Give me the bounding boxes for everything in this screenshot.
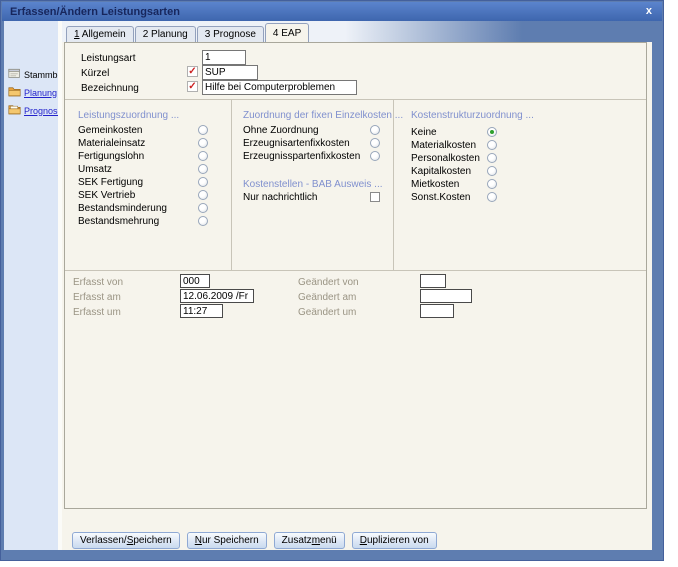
radio-option-sek-vertrieb[interactable]: SEK Vertrieb: [65, 190, 231, 202]
radio-option-ohne-zuordnung[interactable]: Ohne Zuordnung: [231, 125, 393, 137]
geaendert-am-label: Geändert am: [298, 292, 356, 303]
geaendert-um-input[interactable]: [420, 304, 454, 318]
nur-speichern-button[interactable]: Nur Speichern: [187, 532, 267, 549]
section-divider: [65, 270, 646, 271]
tab-allgemein[interactable]: 1 Allgemein: [66, 26, 134, 42]
radio-icon[interactable]: [487, 192, 497, 202]
erfasst-von-label: Erfasst von: [73, 277, 123, 288]
erfasst-am-input[interactable]: [180, 289, 254, 303]
bezeichnung-input[interactable]: [202, 80, 357, 95]
group-title: Leistungszuordnung ...: [78, 110, 179, 121]
checkbox-icon[interactable]: [370, 192, 380, 202]
radio-icon[interactable]: [487, 166, 497, 176]
erfasst-von-input[interactable]: [180, 274, 210, 288]
erfasst-um-input[interactable]: [180, 304, 223, 318]
window-titlebar: Erfassen/Ändern Leistungsarten x: [2, 2, 662, 21]
erfasst-am-label: Erfasst am: [73, 292, 121, 303]
kuerzel-label: Kürzel: [81, 68, 109, 79]
erfasst-um-label: Erfasst um: [73, 307, 121, 318]
tab-eap[interactable]: 4 EAP: [265, 23, 309, 42]
leistungsart-label: Leistungsart: [81, 53, 135, 64]
kuerzel-input[interactable]: [202, 65, 258, 80]
radio-icon[interactable]: [370, 125, 380, 135]
radio-option-erzeugnisartenfixkosten[interactable]: Erzeugnisartenfixkosten: [231, 138, 393, 150]
radio-icon[interactable]: [487, 140, 497, 150]
checkbox-option-nur-nachrichtlich[interactable]: Nur nachrichtlich: [231, 192, 393, 204]
window-title: Erfassen/Ändern Leistungsarten: [10, 6, 180, 18]
radio-icon[interactable]: [370, 151, 380, 161]
radio-option-umsatz[interactable]: Umsatz: [65, 164, 231, 176]
folder-icon: [8, 103, 21, 118]
radio-icon[interactable]: [370, 138, 380, 148]
radio-option-bestandsmehrung[interactable]: Bestandsmehrung: [65, 216, 231, 228]
geaendert-von-label: Geändert von: [298, 277, 359, 288]
radio-option-mietkosten[interactable]: Mietkosten: [393, 179, 646, 191]
radio-option-sonst-kosten[interactable]: Sonst.Kosten: [393, 192, 646, 204]
bezeichnung-label: Bezeichnung: [81, 83, 139, 94]
sidebar: Stammblatt Planung Prognose: [4, 21, 58, 550]
radio-icon[interactable]: [198, 177, 208, 187]
radio-option-personalkosten[interactable]: Personalkosten: [393, 153, 646, 165]
radio-icon[interactable]: [198, 151, 208, 161]
radio-option-keine[interactable]: Keine: [393, 127, 646, 139]
radio-option-gemeinkosten[interactable]: Gemeinkosten: [65, 125, 231, 137]
tab-prognose[interactable]: 3 Prognose: [197, 26, 264, 42]
card-icon: [8, 67, 21, 82]
radio-icon[interactable]: [487, 127, 497, 137]
radio-icon[interactable]: [198, 138, 208, 148]
check-icon: ✓: [187, 81, 198, 92]
sidebar-item-prognose[interactable]: Prognose: [4, 103, 58, 118]
sidebar-item-planung[interactable]: Planung: [4, 85, 58, 100]
radio-icon[interactable]: [198, 190, 208, 200]
geaendert-um-label: Geändert um: [298, 307, 356, 318]
leistungsart-input[interactable]: [202, 50, 246, 65]
radio-option-materialkosten[interactable]: Materialkosten: [393, 140, 646, 152]
tab-panel-eap: Leistungsart Kürzel ✓ Bezeichnung ✓ Leis…: [64, 42, 647, 509]
radio-icon[interactable]: [487, 179, 497, 189]
radio-icon[interactable]: [198, 216, 208, 226]
group-title-kostenstellen: Kostenstellen - BAB Ausweis ...: [243, 179, 383, 190]
close-icon[interactable]: x: [644, 6, 654, 17]
check-icon: ✓: [187, 66, 198, 77]
zusatzmenue-button[interactable]: Zusatzmenü: [274, 532, 345, 549]
geaendert-am-input[interactable]: [420, 289, 472, 303]
sidebar-item-stammblatt[interactable]: Stammblatt: [4, 67, 58, 82]
group-kostenstruktur: Kostenstrukturzuordnung ... Keine Materi…: [393, 99, 646, 270]
radio-icon[interactable]: [198, 125, 208, 135]
folder-icon: [8, 85, 21, 100]
radio-icon[interactable]: [198, 203, 208, 213]
group-leistungszuordnung: Leistungszuordnung ... Gemeinkosten Mate…: [65, 99, 231, 270]
button-bar: Verlassen/Speichern Nur Speichern Zusatz…: [72, 532, 437, 549]
group-fixe-einzelkosten: Zuordnung der fixen Einzelkosten ... Ohn…: [231, 99, 393, 270]
duplizieren-von-button[interactable]: Duplizieren von: [352, 532, 437, 549]
radio-option-bestandsminderung[interactable]: Bestandsminderung: [65, 203, 231, 215]
radio-option-fertigungslohn[interactable]: Fertigungslohn: [65, 151, 231, 163]
radio-icon[interactable]: [198, 164, 208, 174]
verlassen-speichern-button[interactable]: Verlassen/Speichern: [72, 532, 180, 549]
radio-option-sek-fertigung[interactable]: SEK Fertigung: [65, 177, 231, 189]
radio-option-materialeinsatz[interactable]: Materialeinsatz: [65, 138, 231, 150]
sidebar-item-label: Planung: [24, 88, 57, 98]
tab-planung[interactable]: 2 Planung: [135, 26, 196, 42]
group-title: Zuordnung der fixen Einzelkosten ...: [243, 110, 403, 121]
tab-bar: 1 Allgemein 2 Planung 3 Prognose 4 EAP: [62, 21, 652, 42]
main-area: 1 Allgemein 2 Planung 3 Prognose 4 EAP L…: [62, 21, 652, 550]
app-window: Erfassen/Ändern Leistungsarten x Stammbl…: [0, 0, 664, 561]
radio-option-erzeugnisspartenfixkosten[interactable]: Erzeugnisspartenfixkosten: [231, 151, 393, 163]
radio-option-kapitalkosten[interactable]: Kapitalkosten: [393, 166, 646, 178]
group-title: Kostenstrukturzuordnung ...: [411, 110, 534, 121]
geaendert-von-input[interactable]: [420, 274, 446, 288]
radio-icon[interactable]: [487, 153, 497, 163]
sidebar-item-label: Prognose: [24, 106, 63, 116]
